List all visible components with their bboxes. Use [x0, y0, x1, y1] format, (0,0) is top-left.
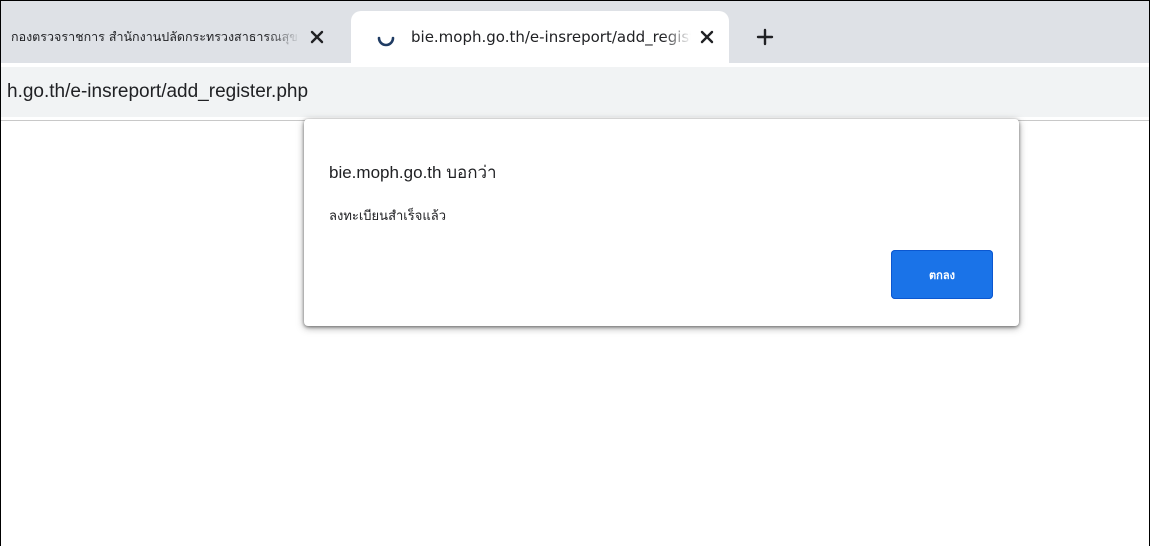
toolbar: h.go.th/e-insreport/add_register.php — [1, 63, 1149, 121]
browser-window: กองตรวจราชการ สำนักงานปลัดกระทรวงสาธารณส… — [0, 0, 1150, 546]
dialog-message: ลงทะเบียนสำเร็จแล้ว — [329, 209, 446, 224]
plus-icon[interactable] — [749, 21, 781, 53]
address-bar[interactable]: h.go.th/e-insreport/add_register.php — [1, 67, 1149, 117]
address-bar-url: h.go.th/e-insreport/add_register.php — [7, 81, 309, 102]
dialog-title: bie.moph.go.th บอกว่า — [329, 163, 497, 182]
loading-spinner-icon — [375, 26, 397, 48]
tab-title: กองตรวจราชการ สำนักงานปลัดกระทรวงสาธารณส… — [11, 29, 298, 44]
tab-active[interactable]: bie.moph.go.th/e-insreport/add_register.… — [351, 11, 729, 63]
tab-inactive[interactable]: กองตรวจราชการ สำนักงานปลัดกระทรวงสาธารณส… — [1, 11, 339, 63]
ok-button[interactable]: ตกลง — [891, 250, 993, 299]
tab-close-icon[interactable] — [691, 21, 723, 53]
tab-strip: กองตรวจราชการ สำนักงานปลัดกระทรวงสาธารณส… — [1, 1, 1149, 63]
tab-title: bie.moph.go.th/e-insreport/add_register.… — [411, 28, 691, 46]
tab-close-icon[interactable] — [301, 21, 333, 53]
alert-dialog: bie.moph.go.th บอกว่า ลงทะเบียนสำเร็จแล้… — [304, 119, 1019, 326]
